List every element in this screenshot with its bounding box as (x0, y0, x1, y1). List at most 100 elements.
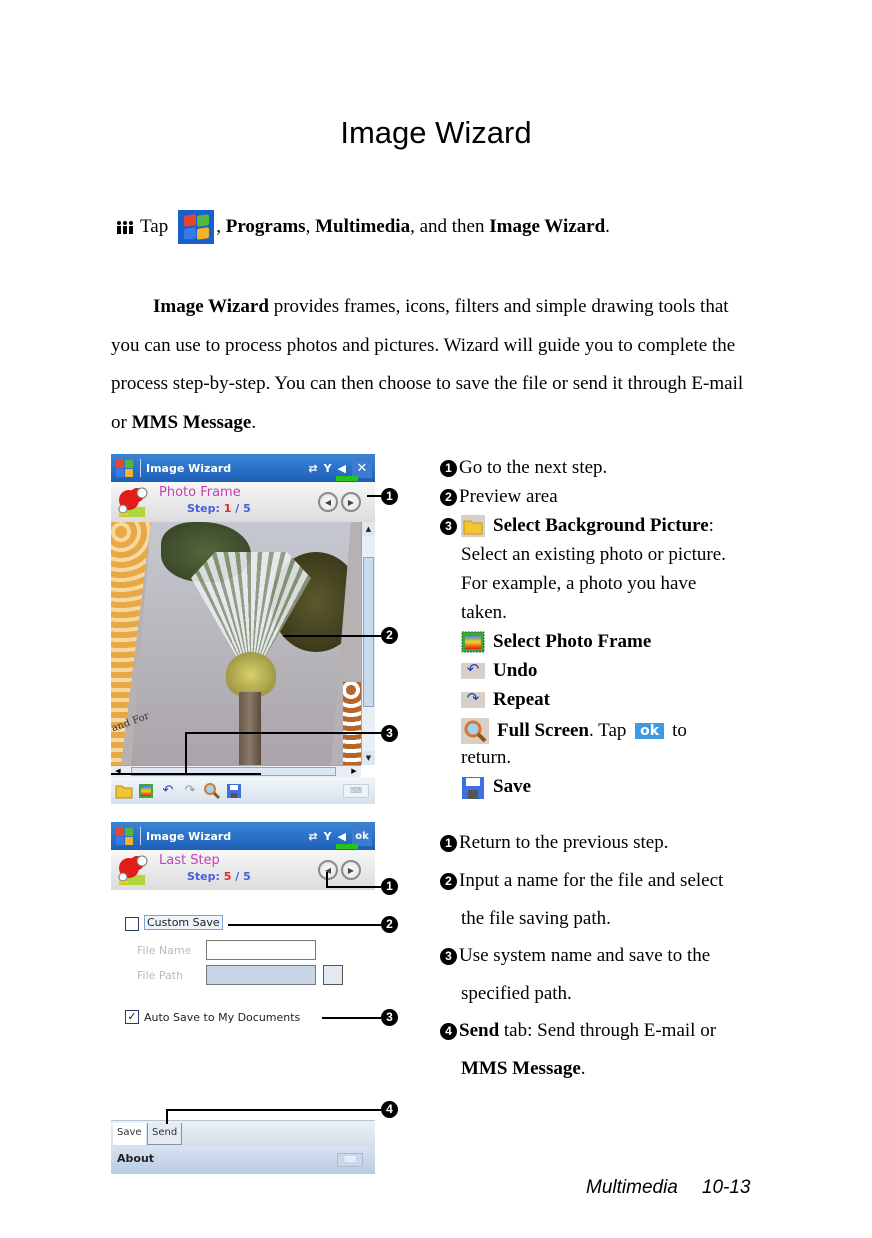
callout-line-2 (228, 924, 381, 926)
desc-item-2: 2 Input a name for the file and select (440, 870, 723, 892)
footer-section: Multimedia (586, 1177, 678, 1198)
item-bold: Send (459, 1020, 500, 1041)
file-path-label: File Path (137, 969, 184, 982)
file-path-input[interactable] (206, 965, 316, 985)
file-name-input[interactable] (206, 940, 316, 960)
scroll-thumb[interactable] (363, 557, 374, 707)
step-indicator: Step: 1 / 5 (187, 502, 251, 515)
step-current: 1 (223, 502, 232, 515)
scroll-up-icon[interactable]: ▲ (362, 522, 375, 536)
title-bar: Image Wizard ⇄ Y ◀ ok (111, 822, 375, 850)
previous-step-button[interactable]: ◀ (318, 860, 338, 880)
callout-line-2 (283, 635, 381, 637)
save-disk-icon[interactable] (225, 782, 243, 800)
stamp-frame-right (343, 682, 361, 765)
step-total: / 5 (235, 870, 251, 883)
keyboard-icon[interactable]: ⌨ (343, 783, 369, 798)
keyboard-icon[interactable]: ⌨ (337, 1153, 363, 1167)
volume-icon[interactable]: ◀ (335, 830, 358, 849)
tool-label: Save (493, 776, 531, 797)
preview-area[interactable]: and For (111, 522, 361, 765)
battery-indicator (335, 843, 358, 849)
windows-start-icon[interactable] (115, 826, 135, 846)
connectivity-icon[interactable]: ⇄ (308, 830, 317, 843)
wizard-logo-icon (118, 487, 148, 517)
horizontal-scrollbar[interactable]: ◀ ▶ (111, 765, 361, 777)
next-step-button[interactable]: ▶ (341, 860, 361, 880)
step-current: 5 (223, 870, 232, 883)
period: . (251, 411, 257, 433)
title-bar: Image Wizard ⇄ Y ◀ ✕ (111, 454, 375, 482)
callout-line-3 (322, 1017, 381, 1019)
wizard-header: Last Step Step: 5 / 5 ◀ ▶ (111, 850, 375, 890)
app-title: Image Wizard (146, 461, 232, 475)
previous-step-button[interactable]: ◀ (318, 492, 338, 512)
undo-icon: ↶ (461, 663, 485, 679)
battery-indicator (335, 475, 358, 481)
auto-save-label[interactable]: Auto Save to My Documents (144, 1011, 300, 1024)
windows-start-icon[interactable] (115, 458, 135, 478)
tool-label: Undo (493, 660, 538, 681)
volume-icon[interactable]: ◀ (335, 462, 358, 481)
vertical-scrollbar[interactable]: ▲ ▼ (361, 522, 375, 765)
scroll-down-icon[interactable]: ▼ (362, 751, 375, 765)
item-text: Return to the previous step. (459, 832, 669, 853)
intro-bold-end: MMS Message (131, 411, 252, 433)
redo-icon[interactable]: ↷ (181, 782, 199, 800)
repeat-icon: ↷ (461, 692, 485, 708)
desc-item-2: 2 Preview area (440, 486, 558, 508)
signal-off-icon[interactable]: Y (324, 830, 332, 843)
scroll-left-icon[interactable]: ◀ (111, 766, 125, 777)
scroll-right-icon[interactable]: ▶ (347, 766, 361, 777)
tool-to-text: to (672, 720, 687, 741)
desc-line: the file saving path. (461, 908, 611, 929)
tool-repeat: ↷ Repeat (461, 689, 550, 711)
colon: : (708, 515, 714, 536)
desc-line: MMS Message. (461, 1058, 586, 1080)
tool-save: Save (461, 776, 531, 799)
callout-line-1-h (326, 886, 381, 888)
step-title: Photo Frame (159, 485, 241, 500)
item-number: 3 (440, 517, 457, 535)
next-step-button[interactable]: ▶ (341, 492, 361, 512)
folder-icon (461, 515, 485, 537)
desc-line: For example, a photo you have (461, 573, 697, 594)
comma: , (216, 216, 221, 237)
callout-line-1 (367, 495, 381, 497)
tool-label: Repeat (493, 689, 550, 710)
folder-icon[interactable] (115, 782, 133, 800)
page-number: 10-13 (701, 1177, 751, 1198)
palm-base (226, 652, 276, 697)
and-then-text: , and then (410, 216, 485, 237)
undo-icon[interactable]: ↶ (159, 782, 177, 800)
ok-button-icon: ok (635, 723, 665, 739)
auto-save-checkbox[interactable]: ✓ (125, 1010, 139, 1024)
connectivity-icon[interactable]: ⇄ (308, 462, 317, 475)
callout-2: 2 (381, 627, 398, 644)
photo-frame-icon (461, 631, 485, 653)
period: . (580, 1058, 586, 1079)
wizard-logo-icon (118, 855, 148, 885)
tool-photo-frame: Select Photo Frame (461, 631, 651, 653)
multimedia-label: Multimedia (315, 216, 411, 237)
signal-off-icon[interactable]: Y (324, 462, 332, 475)
intro-paragraph: Image Wizard provides frames, icons, fil… (111, 288, 761, 442)
callout-1: 1 (381, 878, 398, 895)
custom-save-checkbox[interactable] (125, 917, 139, 931)
desc-item-4: 4 Send tab: Send through E-mail or (440, 1020, 716, 1042)
item-bold: Select Background Picture (493, 515, 709, 536)
tab-save[interactable]: Save (113, 1123, 146, 1145)
callout-2: 2 (381, 916, 398, 933)
step-title: Last Step (159, 853, 220, 868)
callout-line-4-v (166, 1109, 168, 1124)
tool-undo: ↶ Undo (461, 660, 537, 682)
magnifier-icon[interactable] (203, 782, 221, 800)
callout-3: 3 (381, 1009, 398, 1026)
custom-save-label[interactable]: Custom Save (144, 915, 223, 930)
photo-frame-icon[interactable] (137, 782, 155, 800)
browse-path-button[interactable] (323, 965, 343, 985)
item-bold: MMS Message (461, 1058, 581, 1079)
about-menu[interactable]: About (117, 1152, 154, 1165)
tab-send[interactable]: Send (147, 1123, 183, 1145)
status-icons: ⇄ Y ◀ (308, 830, 358, 849)
